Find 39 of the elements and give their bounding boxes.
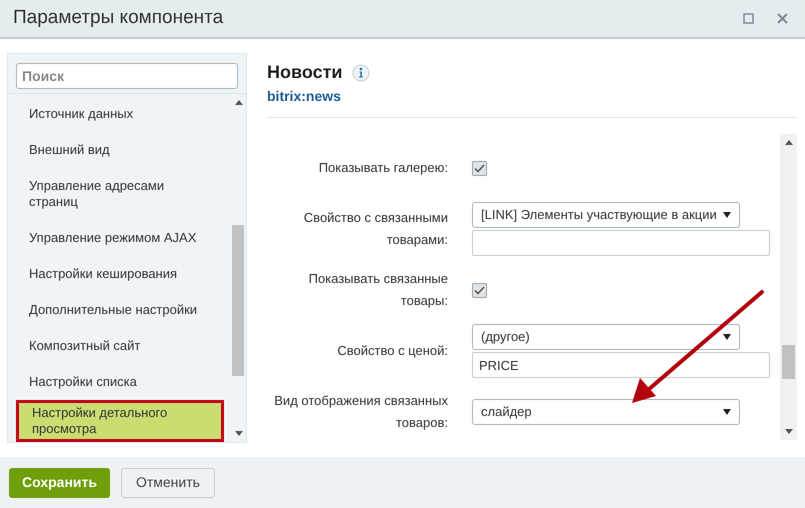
info-icon[interactable]: [352, 64, 370, 82]
close-icon[interactable]: [777, 13, 788, 24]
scroll-down-icon[interactable]: [784, 429, 792, 434]
field-label: Вид отображения связанных товаров:: [273, 392, 448, 432]
maximize-icon[interactable]: [743, 13, 754, 24]
scroll-down-icon[interactable]: [235, 431, 243, 436]
caret-icon: [723, 212, 731, 218]
scrollbar[interactable]: [780, 134, 797, 440]
dropdown[interactable]: [LINK] Элементы участвующие в акции: [472, 202, 740, 228]
sidebar-item[interactable]: Дополнительные настройки: [8, 292, 232, 328]
sidebar-item[interactable]: Настройки кеширования: [8, 256, 232, 292]
caret-icon: [723, 409, 731, 416]
input-field[interactable]: [472, 230, 770, 256]
checkbox[interactable]: [472, 282, 487, 298]
search-field[interactable]: Поиск: [16, 63, 238, 90]
field-label: Показывать галерею:: [318, 159, 448, 178]
scroll-up-icon[interactable]: [235, 100, 243, 106]
field-label: Свойство с связанными товарами:: [302, 209, 448, 250]
dropdown[interactable]: (другое): [472, 324, 740, 350]
component-title: Новости: [267, 61, 342, 84]
checkbox[interactable]: [472, 160, 487, 176]
scrollbar-thumb[interactable]: [782, 345, 795, 380]
component-code: bitrix:news: [267, 87, 342, 106]
sidebar-item[interactable]: Управление режимом AJAX: [8, 220, 232, 256]
caret-icon: [723, 334, 731, 340]
sidebar-item[interactable]: Композитный сайт: [8, 328, 232, 364]
input-field[interactable]: PRICE: [472, 352, 770, 378]
sidebar-item[interactable]: Настройки списка: [8, 364, 232, 400]
sidebar-item[interactable]: Источник данных: [8, 96, 232, 132]
scroll-up-icon[interactable]: [784, 140, 792, 146]
dropdown[interactable]: слайдер: [472, 399, 740, 426]
sidebar-item[interactable]: Настройки детального просмотра: [16, 400, 224, 442]
field-label: Свойство с ценой:: [336, 342, 448, 360]
scrollbar-thumb[interactable]: [232, 225, 244, 376]
cancel-button[interactable]: Отменить: [120, 468, 215, 498]
sidebar-item[interactable]: Управление адресами страниц: [8, 168, 232, 220]
sidebar-item[interactable]: Внешний вид: [8, 132, 232, 168]
field-label: Показывать связанные товары:: [308, 270, 448, 310]
window-title: Параметры компонента: [13, 6, 224, 30]
